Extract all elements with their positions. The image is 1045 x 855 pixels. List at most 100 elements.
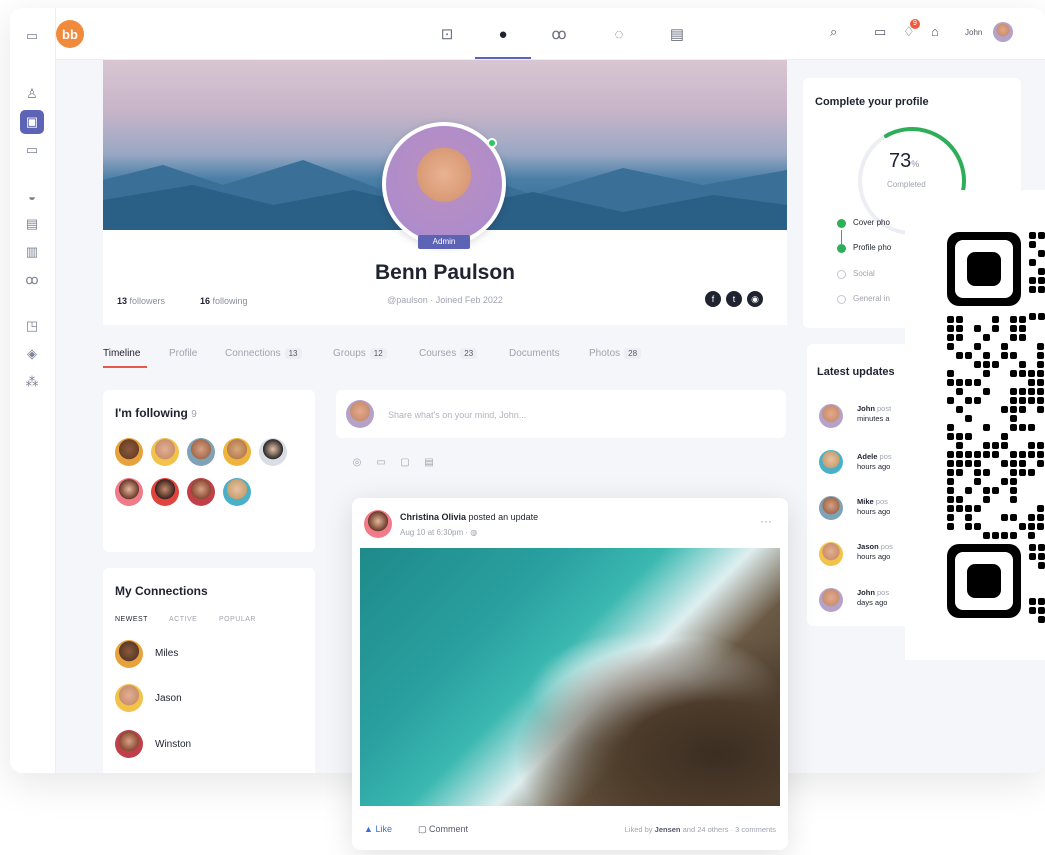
- like-button[interactable]: ▲ Like: [364, 824, 392, 834]
- connection-avatar[interactable]: [115, 684, 143, 712]
- calendar-icon[interactable]: ▤: [20, 212, 44, 236]
- groups-icon[interactable]: ꝏ: [20, 268, 44, 292]
- tab-documents[interactable]: Documents: [509, 348, 560, 359]
- checklist-connector: [841, 230, 842, 244]
- connection-name[interactable]: Miles: [155, 648, 178, 659]
- sidebar-toggle-icon[interactable]: ▭: [20, 24, 44, 48]
- online-status-dot: [487, 138, 497, 148]
- network-icon[interactable]: ⁂: [20, 370, 44, 394]
- connection-name[interactable]: Winston: [155, 739, 191, 750]
- following-count-badge: 9: [191, 409, 197, 420]
- activity-nav-icon[interactable]: ⊡: [436, 23, 458, 45]
- following-avatar[interactable]: [187, 478, 215, 506]
- check-done-icon: [837, 244, 846, 253]
- progress-caption: Completed: [887, 180, 926, 189]
- update-avatar[interactable]: [819, 404, 843, 428]
- update-avatar[interactable]: [819, 542, 843, 566]
- twitter-icon[interactable]: t: [726, 291, 742, 307]
- globe-icon: ◍: [470, 528, 478, 537]
- update-avatar[interactable]: [819, 450, 843, 474]
- inbox-icon[interactable]: ▭: [874, 24, 886, 40]
- activity-icon[interactable]: ▣: [20, 110, 44, 134]
- following-avatar[interactable]: [187, 438, 215, 466]
- tab-label: Groups: [333, 348, 366, 359]
- following-stat[interactable]: 16 following: [200, 296, 248, 306]
- messages-nav-icon[interactable]: ◌: [608, 23, 630, 45]
- search-icon[interactable]: ⌕: [830, 24, 837, 40]
- tab-label: Profile: [169, 348, 198, 359]
- following-avatar[interactable]: [223, 478, 251, 506]
- user-avatar[interactable]: [993, 22, 1013, 42]
- following-avatar[interactable]: [259, 438, 287, 466]
- members-nav-icon[interactable]: ꝏ: [548, 23, 570, 45]
- chat-icon[interactable]: ◳: [20, 314, 44, 338]
- qr-code[interactable]: [905, 190, 1045, 660]
- following-avatar[interactable]: [151, 438, 179, 466]
- facebook-icon[interactable]: f: [705, 291, 721, 307]
- tab-profile[interactable]: Profile: [169, 348, 197, 359]
- more-options-icon[interactable]: ···: [760, 514, 772, 528]
- comment-button[interactable]: ▢ Comment: [418, 824, 468, 835]
- profile-name: Benn Paulson: [374, 261, 516, 284]
- logo[interactable]: bb: [56, 20, 84, 48]
- following-count: 16: [200, 296, 211, 306]
- connections-card: My Connections NEWEST ACTIVE POPULAR Mil…: [103, 568, 315, 773]
- profile-nav-icon[interactable]: ●: [492, 23, 514, 45]
- following-avatar[interactable]: [223, 438, 251, 466]
- tab-photos[interactable]: Photos 28: [589, 348, 642, 359]
- connection-avatar[interactable]: [115, 730, 143, 758]
- graduation-icon[interactable]: ◈: [20, 342, 44, 366]
- checklist-item[interactable]: Cover pho: [853, 218, 890, 227]
- gif-icon[interactable]: ▤: [422, 455, 436, 469]
- liked-by-name[interactable]: Jensen: [655, 825, 681, 834]
- update-avatar[interactable]: [819, 496, 843, 520]
- cart-icon[interactable]: ⌂: [931, 24, 939, 39]
- composer-input[interactable]: Share what's on your mind, John...: [388, 410, 526, 420]
- calendar-nav-icon[interactable]: ▤: [666, 23, 688, 45]
- post-card: Christina Olivia posted an update Aug 10…: [352, 498, 788, 850]
- composer-card: Share what's on your mind, John...: [336, 390, 786, 438]
- camera-icon[interactable]: ◎: [350, 455, 364, 469]
- followers-stat[interactable]: 13 followers: [117, 296, 165, 306]
- followers-label: followers: [129, 296, 166, 306]
- monitor-icon[interactable]: ▭: [20, 138, 44, 162]
- check-todo-icon: [837, 295, 846, 304]
- tab-timeline[interactable]: Timeline: [103, 348, 140, 359]
- attachment-icon[interactable]: ▢: [398, 455, 412, 469]
- connection-avatar[interactable]: [115, 640, 143, 668]
- username-label[interactable]: John: [965, 28, 982, 37]
- following-avatar[interactable]: [115, 438, 143, 466]
- social-link-icon[interactable]: ◉: [747, 291, 763, 307]
- active-nav-indicator: [475, 57, 531, 59]
- post-author-avatar[interactable]: [364, 510, 392, 538]
- tab-count: 13: [284, 348, 302, 359]
- comment-icon: ▢: [418, 824, 427, 834]
- following-avatar[interactable]: [151, 478, 179, 506]
- checklist-item[interactable]: Profile pho: [853, 243, 891, 252]
- checklist-item[interactable]: General in: [853, 294, 890, 303]
- active-tab-underline: [103, 366, 147, 368]
- tab-label: Timeline: [103, 348, 141, 359]
- progress-percent: 73%: [889, 150, 920, 172]
- notification-badge: 9: [910, 19, 920, 29]
- subtab-active[interactable]: ACTIVE: [169, 616, 197, 623]
- document-icon[interactable]: ▥: [20, 240, 44, 264]
- update-avatar[interactable]: [819, 588, 843, 612]
- post-photo[interactable]: [360, 548, 780, 806]
- post-author[interactable]: Christina Olivia: [400, 512, 466, 522]
- subtab-popular[interactable]: POPULAR: [219, 616, 256, 623]
- checklist-item[interactable]: Social: [853, 269, 875, 278]
- check-done-icon: [837, 219, 846, 228]
- tab-connections[interactable]: Connections 13: [225, 348, 302, 359]
- connections-title: My Connections: [115, 584, 208, 598]
- courses-icon[interactable]: ◒: [20, 184, 44, 208]
- tab-count: 28: [624, 348, 642, 359]
- subtab-newest[interactable]: NEWEST: [115, 616, 148, 623]
- user-icon[interactable]: ♙: [20, 82, 44, 106]
- tab-label: Documents: [509, 348, 560, 359]
- tab-groups[interactable]: Groups 12: [333, 348, 387, 359]
- following-avatar[interactable]: [115, 478, 143, 506]
- connection-name[interactable]: Jason: [155, 693, 182, 704]
- video-icon[interactable]: ▭: [374, 455, 388, 469]
- tab-courses[interactable]: Courses 23: [419, 348, 478, 359]
